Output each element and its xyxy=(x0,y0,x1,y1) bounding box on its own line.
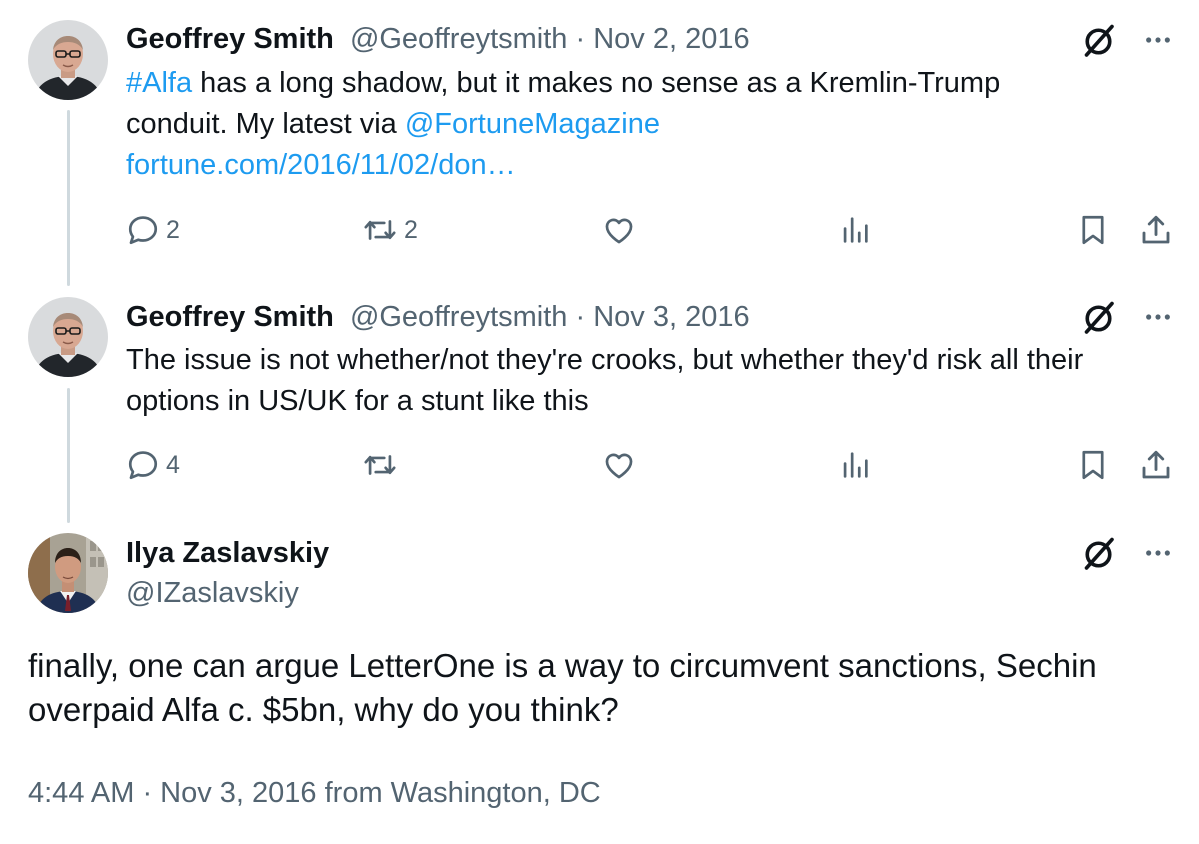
reply-count: 2 xyxy=(166,216,180,244)
share-button[interactable] xyxy=(1138,447,1174,483)
tweet-text: #Alfa has a long shadow, but it makes no… xyxy=(126,63,1106,186)
more-icon[interactable] xyxy=(1144,539,1172,567)
avatar[interactable] xyxy=(28,533,108,613)
reply-button[interactable]: 4 xyxy=(126,448,180,482)
bookmark-icon xyxy=(1076,448,1110,482)
tweet-header: Geoffrey Smith @Geoffreytsmith · Nov 3, … xyxy=(126,300,750,334)
like-icon xyxy=(601,448,637,482)
reply-icon xyxy=(126,213,160,247)
retweet-count: 2 xyxy=(404,216,418,244)
retweet-icon xyxy=(362,448,398,482)
share-button[interactable] xyxy=(1138,212,1174,248)
grok-icon[interactable] xyxy=(1082,22,1118,58)
reply-button[interactable]: 2 xyxy=(126,213,180,247)
mention-link[interactable]: @FortuneMagazine xyxy=(405,108,660,140)
thread-line xyxy=(67,388,70,523)
avatar[interactable] xyxy=(28,297,108,377)
thread-line xyxy=(67,110,70,286)
bookmark-button[interactable] xyxy=(1076,448,1110,482)
like-button[interactable] xyxy=(601,213,637,247)
tweet-top-actions xyxy=(1082,22,1172,58)
main-tweet-text: finally, one can argue LetterOne is a wa… xyxy=(28,647,1097,728)
tweet-text: The issue is not whether/not they're cro… xyxy=(126,344,1084,417)
author-handle[interactable]: @Geoffreytsmith xyxy=(350,23,567,55)
tweet-header: Ilya Zaslavskiy xyxy=(126,536,329,570)
tweet-timestamp[interactable]: 4:44 AM · Nov 3, 2016 from Washington, D… xyxy=(28,775,601,811)
tweet-header: Geoffrey Smith @Geoffreytsmith · Nov 2, … xyxy=(126,22,750,56)
grok-icon[interactable] xyxy=(1082,535,1118,571)
tweet-date[interactable]: Nov 2, 2016 xyxy=(593,23,749,55)
reply-icon xyxy=(126,448,160,482)
author-handle[interactable]: @Geoffreytsmith xyxy=(350,301,567,333)
views-button[interactable] xyxy=(838,213,872,247)
retweet-icon xyxy=(362,213,398,247)
url-link[interactable]: fortune.com/2016/11/02/don… xyxy=(126,149,516,181)
author-name[interactable]: Geoffrey Smith xyxy=(126,23,334,55)
grok-icon[interactable] xyxy=(1082,299,1118,335)
bookmark-button[interactable] xyxy=(1076,213,1110,247)
retweet-button[interactable] xyxy=(362,448,398,482)
like-button[interactable] xyxy=(601,448,637,482)
like-icon xyxy=(601,213,637,247)
separator: · xyxy=(567,301,594,333)
tweet-top-actions xyxy=(1082,299,1172,335)
author-name[interactable]: Ilya Zaslavskiy xyxy=(126,537,329,569)
retweet-button[interactable]: 2 xyxy=(362,213,418,247)
share-icon xyxy=(1138,212,1174,248)
views-button[interactable] xyxy=(838,448,872,482)
share-icon xyxy=(1138,447,1174,483)
author-handle[interactable]: @IZaslavskiy xyxy=(126,576,299,610)
hashtag-link[interactable]: #Alfa xyxy=(126,67,192,99)
tweet-top-actions xyxy=(1082,535,1172,571)
more-icon[interactable] xyxy=(1144,303,1172,331)
bookmark-icon xyxy=(1076,213,1110,247)
reply-count: 4 xyxy=(166,451,180,479)
tweet-date[interactable]: Nov 3, 2016 xyxy=(593,301,749,333)
separator: · xyxy=(567,23,594,55)
views-icon xyxy=(838,448,872,482)
more-icon[interactable] xyxy=(1144,26,1172,54)
author-name[interactable]: Geoffrey Smith xyxy=(126,301,334,333)
avatar[interactable] xyxy=(28,20,108,100)
views-icon xyxy=(838,213,872,247)
